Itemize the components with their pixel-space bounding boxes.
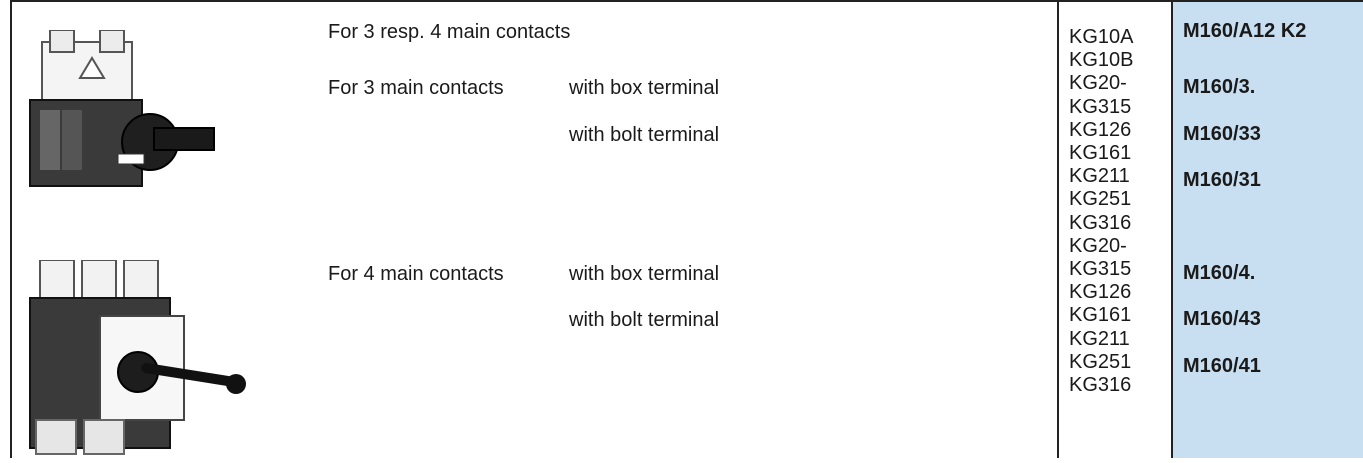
kg-item: KG251 [1069,188,1132,211]
kg-item: KG20- [1069,72,1127,95]
row-desc-4-contacts: For 4 main contacts [328,263,504,285]
order-number: M160/A12 K2 [1183,20,1307,42]
order-number-column [1171,2,1363,458]
row-terminal-bolt-4: with bolt terminal [569,309,720,331]
kg-item: KG10B [1069,49,1134,72]
kg-item: KG10A [1069,26,1134,48]
left-border [10,0,12,458]
row-desc-3-contacts: For 3 main contacts [328,77,504,99]
kg-item: KG161 [1069,304,1132,327]
kg-item: KG126 [1069,118,1132,141]
order-number: M160/3. [1183,76,1256,98]
kg-item: KG316 [1069,374,1132,397]
switch-4-pole-icon [22,259,252,458]
order-number: M160/4. [1183,262,1256,284]
switch-3-pole-icon [22,29,222,200]
order-number: M160/41 [1183,355,1261,377]
kg-item: KG20- [1069,234,1127,257]
kg-column-divider [1057,0,1059,458]
order-number: M160/33 [1183,123,1261,145]
order-number: M160/31 [1183,169,1261,191]
kg-item: KG316 [1069,211,1132,234]
top-border [10,0,1363,2]
kg-item: KG315 [1069,258,1132,281]
kg-item: KG211 [1069,165,1130,188]
kg-item: KG315 [1069,95,1132,118]
kg-item: KG251 [1069,350,1132,373]
order-number: M160/43 [1183,308,1261,330]
catalog-table: For 3 resp. 4 main contacts For 3 main c… [0,0,1363,458]
kg-type-list: KG10A KG10B KG20- KG315 KG126 KG161 KG21… [1069,26,1133,397]
kg-item: KG161 [1069,142,1132,165]
row-terminal-box-3: with box terminal [569,77,720,99]
row-terminal-bolt-3: with bolt terminal [569,124,720,146]
row-terminal-box-4: with box terminal [569,263,720,285]
row-desc-3-4-contacts: For 3 resp. 4 main contacts [328,21,571,43]
kg-item: KG211 [1069,327,1130,350]
kg-item: KG126 [1069,281,1132,304]
